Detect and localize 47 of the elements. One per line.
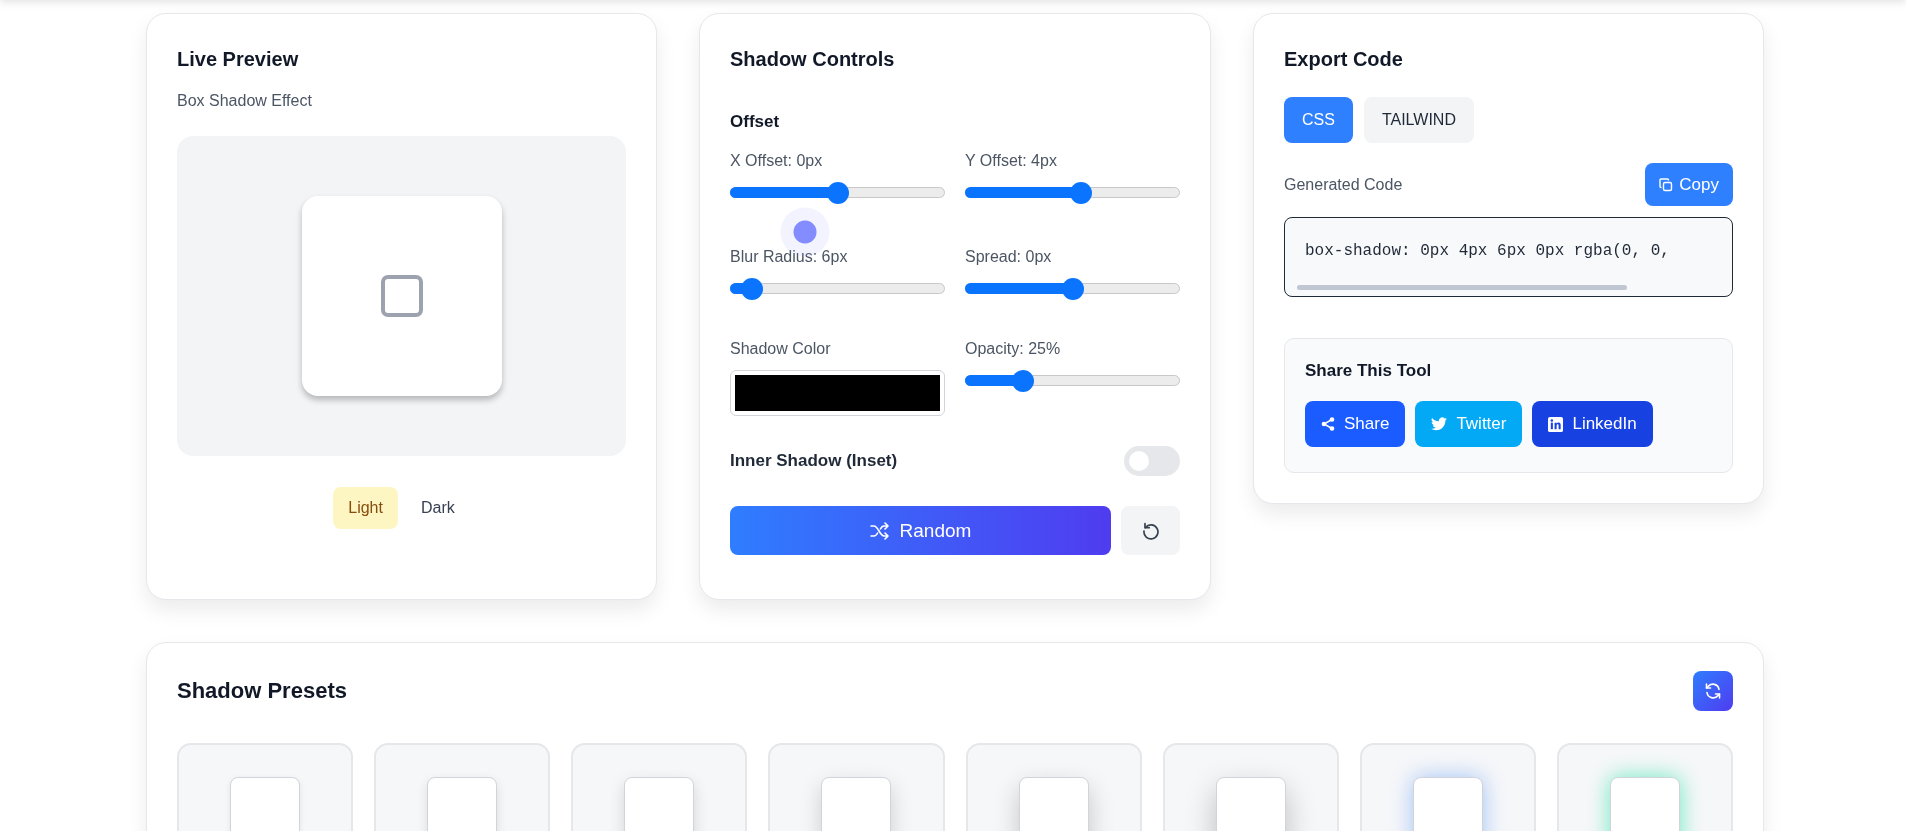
slider-thumb[interactable] bbox=[740, 278, 763, 300]
slider-label: Y Offset: 4px bbox=[965, 152, 1058, 170]
shuffle-icon bbox=[869, 521, 890, 540]
share-button[interactable]: Twitter bbox=[1415, 401, 1523, 447]
slider-thumb[interactable] bbox=[1012, 370, 1035, 392]
slider-thumb[interactable] bbox=[1061, 278, 1084, 300]
section-heading: Offset bbox=[730, 112, 781, 132]
slider-label: Blur Radius: 6px bbox=[730, 248, 849, 266]
scrollbar[interactable] bbox=[1297, 285, 1627, 290]
format-tab[interactable]: CSS bbox=[1284, 97, 1353, 143]
theme-toggle[interactable]: Light bbox=[333, 487, 398, 529]
slider[interactable] bbox=[965, 182, 1180, 204]
code-label: Generated Code bbox=[1284, 175, 1403, 194]
refresh-icon bbox=[1704, 682, 1722, 700]
slider-label: Spread: 0px bbox=[965, 248, 1053, 266]
theme-toggle[interactable]: Dark bbox=[405, 487, 470, 529]
share-title: Share This Tool bbox=[1305, 361, 1433, 381]
slider-label: Opacity: 25% bbox=[965, 340, 1062, 358]
card-title: Export Code bbox=[1284, 47, 1404, 72]
share-button[interactable]: Share bbox=[1305, 401, 1406, 447]
copy-button[interactable]: Copy bbox=[1645, 163, 1733, 206]
slider[interactable] bbox=[965, 278, 1180, 300]
square-icon bbox=[379, 274, 424, 318]
card-title: Shadow Controls bbox=[730, 47, 896, 72]
inset-toggle[interactable] bbox=[1124, 446, 1180, 476]
share-button[interactable]: LinkedIn bbox=[1532, 401, 1653, 447]
slider[interactable] bbox=[730, 182, 945, 204]
code-text: box-shadow: 0px 4px 6px 0px rgba(0, 0, bbox=[1305, 242, 1671, 260]
refresh-button[interactable] bbox=[1693, 671, 1733, 711]
copy-icon bbox=[1659, 177, 1674, 192]
slider-label: X Offset: 0px bbox=[730, 152, 824, 170]
slider[interactable] bbox=[730, 278, 945, 300]
card-title: Live Preview bbox=[177, 47, 300, 72]
share-icon bbox=[1321, 417, 1335, 431]
presets-title: Shadow Presets bbox=[177, 678, 347, 704]
format-tab[interactable]: TAILWIND bbox=[1363, 97, 1474, 143]
color-label: Shadow Color bbox=[730, 340, 832, 358]
slider-thumb[interactable] bbox=[1070, 182, 1093, 204]
slider[interactable] bbox=[965, 370, 1180, 392]
linkedin-icon bbox=[1548, 416, 1564, 432]
bird-icon bbox=[1431, 417, 1448, 431]
reset-icon bbox=[1141, 521, 1160, 540]
slider-thumb[interactable] bbox=[826, 182, 849, 204]
reset-button[interactable] bbox=[1121, 506, 1180, 555]
card-subtitle: Box Shadow Effect bbox=[177, 92, 313, 110]
toggle-label: Inner Shadow (Inset) bbox=[730, 451, 898, 471]
random-button[interactable]: Random bbox=[730, 506, 1111, 555]
